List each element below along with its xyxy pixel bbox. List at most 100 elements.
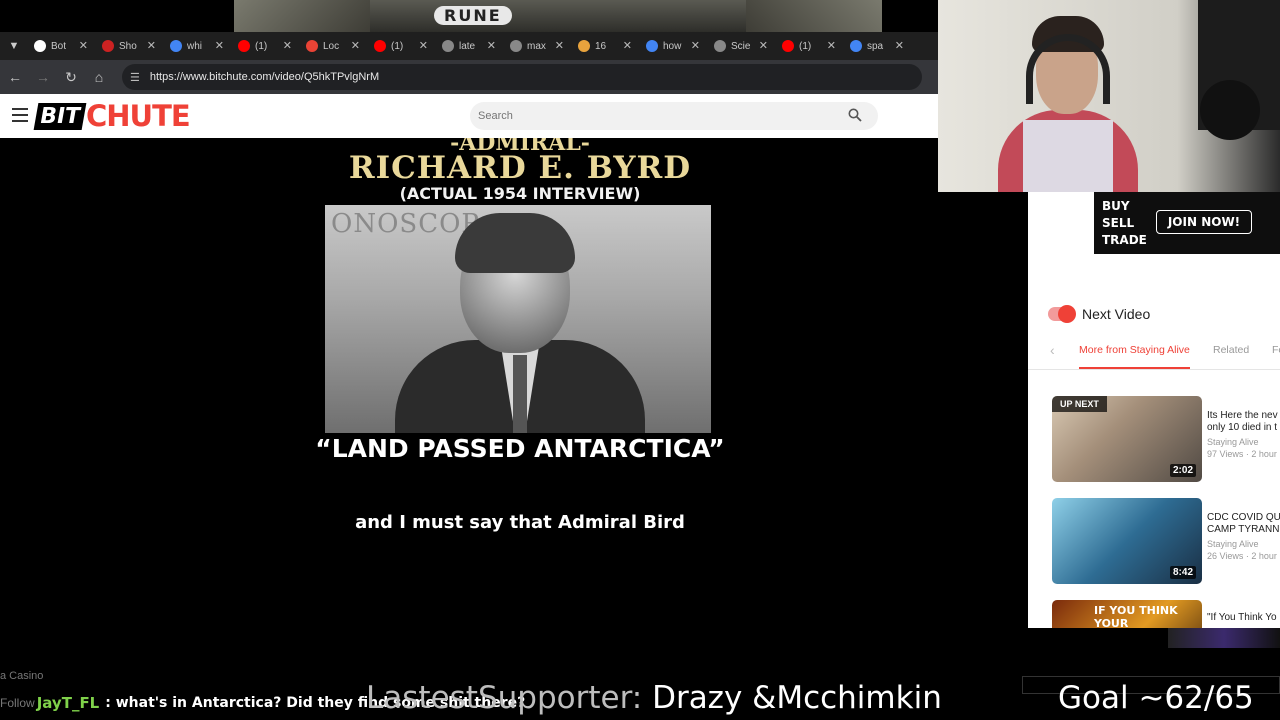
close-icon[interactable]: ✕ bbox=[691, 39, 700, 52]
sidebar-tabs: ‹ More from Staying Alive Related Fe bbox=[1028, 336, 1280, 370]
browser-tab[interactable]: (1) ✕ bbox=[776, 33, 844, 59]
video-title[interactable]: only 10 died in t bbox=[1207, 422, 1280, 434]
browser-tab[interactable]: Loc ✕ bbox=[300, 33, 368, 59]
video-list-item[interactable]: IF YOU THINK YOUR "If You Think Yo bbox=[1052, 600, 1280, 628]
site-header: BIT CHUTE bbox=[0, 94, 938, 138]
ad-text: BUY SELL TRADE bbox=[1102, 198, 1147, 249]
browser-tab[interactable]: how ✕ bbox=[640, 33, 708, 59]
overlay-casino-text: a Casino bbox=[0, 670, 44, 682]
streamer-shirt bbox=[1023, 120, 1113, 192]
search-icon[interactable] bbox=[848, 108, 862, 122]
close-icon[interactable]: ✕ bbox=[215, 39, 224, 52]
video-thumbnail[interactable]: IF YOU THINK YOUR bbox=[1052, 600, 1202, 628]
video-title[interactable]: CAMP TYRANN bbox=[1207, 524, 1280, 536]
video-views: 26 Views · 2 hour bbox=[1207, 551, 1277, 561]
browser-tab[interactable]: spa ✕ bbox=[844, 33, 912, 59]
search-bar bbox=[470, 102, 878, 130]
close-icon[interactable]: ✕ bbox=[351, 39, 360, 52]
video-thumbnail[interactable]: 8:42 bbox=[1052, 498, 1202, 584]
browser-tab[interactable]: Scie ✕ bbox=[708, 33, 776, 59]
archival-footage: ONOSCOP bbox=[325, 205, 711, 433]
site-info-icon[interactable]: ☰ bbox=[130, 71, 140, 84]
logo-bit: BIT bbox=[33, 102, 87, 130]
close-icon[interactable]: ✕ bbox=[487, 39, 496, 52]
close-icon[interactable]: ✕ bbox=[759, 39, 768, 52]
browser-tab[interactable]: whi ✕ bbox=[164, 33, 232, 59]
ad-line: BUY bbox=[1102, 199, 1130, 213]
stream-frame: RUNE ▼ Bot ✕ Sho ✕ whi ✕ (1) ✕ Loc ✕ (1) ✕ late ✕ ma… bbox=[0, 0, 1280, 720]
close-icon[interactable]: ✕ bbox=[895, 39, 904, 52]
video-player[interactable]: -ADMIRAL- RICHARD E. BYRD (ACTUAL 1954 I… bbox=[12, 138, 1028, 628]
supporter-name: Drazy &Mcchimkin bbox=[642, 680, 942, 716]
tab-related[interactable]: Related bbox=[1213, 344, 1249, 356]
tab-more-from-channel[interactable]: More from Staying Alive bbox=[1079, 344, 1190, 356]
overlay-emote-strip bbox=[1168, 628, 1280, 648]
browser-tab[interactable]: max ✕ bbox=[504, 33, 572, 59]
video-quote: “LAND PASSED ANTARCTICA” bbox=[315, 434, 725, 463]
latest-supporter: LastestSupporter: Drazy &Mcchimkin bbox=[366, 680, 942, 716]
youtube-icon bbox=[374, 40, 386, 52]
back-arrow-icon[interactable]: ← bbox=[2, 64, 28, 90]
browser-tab[interactable]: (1) ✕ bbox=[368, 33, 436, 59]
video-thumbnail[interactable]: UP NEXT 2:02 bbox=[1052, 396, 1202, 482]
thumbnail-text: IF YOU THINK YOUR bbox=[1094, 604, 1178, 628]
next-video-autoplay: Next Video bbox=[1048, 305, 1151, 323]
bitchute-logo[interactable]: BIT CHUTE bbox=[33, 99, 191, 133]
tab-featured[interactable]: Fe bbox=[1272, 344, 1280, 356]
video-list-item[interactable]: 8:42 CDC COVID QU CAMP TYRANN Staying Al… bbox=[1052, 498, 1280, 584]
ad-line: SELL bbox=[1102, 216, 1135, 230]
next-video-label: Next Video bbox=[1082, 306, 1151, 322]
tab-search-chevron-icon[interactable]: ▼ bbox=[0, 32, 28, 60]
ad-line: TRADE bbox=[1102, 233, 1147, 247]
close-icon[interactable]: ✕ bbox=[623, 39, 632, 52]
close-icon[interactable]: ✕ bbox=[827, 39, 836, 52]
chevron-left-icon[interactable]: ‹ bbox=[1050, 342, 1055, 358]
up-next-badge: UP NEXT bbox=[1052, 396, 1107, 412]
reload-icon[interactable]: ↻ bbox=[58, 64, 84, 90]
close-icon[interactable]: ✕ bbox=[147, 39, 156, 52]
home-icon[interactable]: ⌂ bbox=[86, 64, 112, 90]
hamburger-menu-icon[interactable] bbox=[12, 108, 28, 122]
bookmark-icon bbox=[578, 40, 590, 52]
tab-title: late bbox=[459, 40, 476, 52]
stream-banner: RUNE bbox=[234, 0, 882, 32]
news-icon bbox=[102, 40, 114, 52]
browser-tab[interactable]: late ✕ bbox=[436, 33, 504, 59]
video-title[interactable]: CDC COVID QU bbox=[1207, 512, 1280, 524]
video-channel[interactable]: Staying Alive bbox=[1207, 437, 1280, 447]
tab-title: Sho bbox=[119, 40, 137, 52]
browser-tab[interactable]: (1) ✕ bbox=[232, 33, 300, 59]
globe-icon bbox=[510, 40, 522, 52]
banner-logo-text: RUNE bbox=[434, 6, 512, 25]
close-icon[interactable]: ✕ bbox=[283, 39, 292, 52]
video-title-name: RICHARD E. BYRD bbox=[348, 150, 692, 186]
video-list-item[interactable]: UP NEXT 2:02 Its Here the nev only 10 di… bbox=[1052, 396, 1280, 482]
close-icon[interactable]: ✕ bbox=[555, 39, 564, 52]
streamer-webcam bbox=[938, 0, 1280, 192]
google-icon bbox=[850, 40, 862, 52]
tab-title: 16 bbox=[595, 40, 607, 52]
browser-tab[interactable]: Bot ✕ bbox=[28, 33, 96, 59]
search-input[interactable] bbox=[478, 110, 838, 122]
video-title[interactable]: Its Here the nev bbox=[1207, 410, 1280, 422]
address-bar[interactable]: ☰ https://www.bitchute.com/video/Q5hkTPv… bbox=[122, 64, 922, 90]
sidebar: BUY SELL TRADE JOIN NOW! Next Video ‹ Mo… bbox=[1028, 192, 1280, 628]
man-tie bbox=[513, 355, 527, 433]
forward-arrow-icon[interactable]: → bbox=[30, 64, 56, 90]
close-icon[interactable]: ✕ bbox=[419, 39, 428, 52]
autoplay-toggle[interactable] bbox=[1048, 305, 1076, 323]
video-title[interactable]: "If You Think Yo bbox=[1207, 612, 1280, 624]
chat-username: JayT_FL bbox=[36, 694, 100, 712]
duration-badge: 2:02 bbox=[1169, 464, 1196, 477]
video-channel[interactable]: Staying Alive bbox=[1207, 539, 1280, 549]
browser-tab[interactable]: 16 ✕ bbox=[572, 33, 640, 59]
video-caption: and I must say that Admiral Bird bbox=[355, 512, 685, 533]
google-icon bbox=[170, 40, 182, 52]
close-icon[interactable]: ✕ bbox=[79, 39, 88, 52]
duration-badge: 8:42 bbox=[1169, 566, 1196, 579]
shield-icon bbox=[34, 40, 46, 52]
browser-tab[interactable]: Sho ✕ bbox=[96, 33, 164, 59]
ad-banner[interactable]: BUY SELL TRADE JOIN NOW! bbox=[1094, 192, 1280, 254]
puzzle-icon bbox=[306, 40, 318, 52]
join-now-button[interactable]: JOIN NOW! bbox=[1156, 210, 1252, 234]
